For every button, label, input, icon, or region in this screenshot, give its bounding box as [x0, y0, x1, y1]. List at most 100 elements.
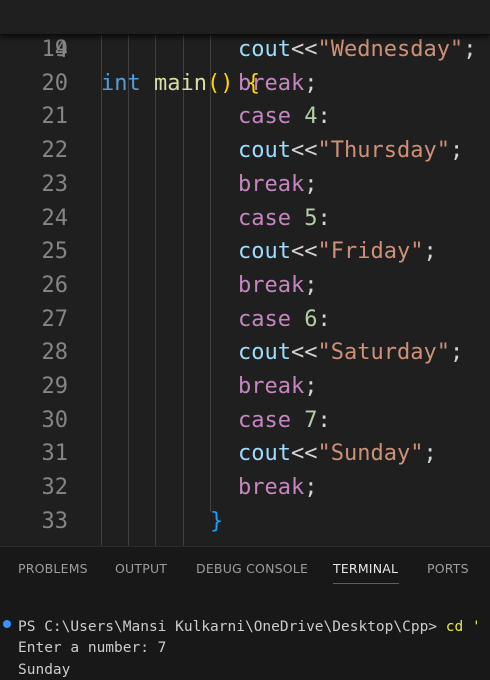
line-number: 4	[54, 37, 68, 63]
code-line[interactable]: 27 case 6:	[0, 303, 490, 337]
colon-token: :	[317, 306, 331, 332]
tab-terminal[interactable]: TERMINAL	[333, 561, 398, 576]
terminal-output-line: Sunday	[18, 662, 71, 678]
line-number: 27	[41, 306, 69, 332]
string-literal: "Thursday"	[317, 138, 450, 164]
string-literal: "Sunday"	[317, 441, 424, 467]
case-keyword: case	[238, 104, 291, 130]
code-text: cout<<"Sunday";	[238, 437, 437, 471]
line-number: 30	[41, 407, 69, 433]
code-line[interactable]: 29 break;	[0, 370, 490, 404]
line-number: 31	[41, 441, 69, 467]
code-text: break;	[238, 168, 317, 202]
operator-token: <<	[290, 37, 318, 62]
code-line[interactable]: 33}	[0, 505, 490, 539]
code-line[interactable]: 31 cout<<"Sunday";	[0, 437, 490, 471]
bottom-panel: PROBLEMS OUTPUT DEBUG CONSOLE TERMINAL P…	[0, 546, 490, 680]
break-keyword: break	[238, 374, 305, 399]
sticky-line[interactable]: 4 int main() {	[0, 0, 490, 97]
code-text: }	[210, 505, 223, 539]
semicolon-token: ;	[304, 475, 318, 501]
terminal-prompt: PS C:\Users\Mansi Kulkarni\OneDrive\Desk…	[18, 619, 446, 635]
code-text: case 5:	[238, 202, 331, 236]
code-text: case 4:	[238, 100, 331, 134]
code-text: cout<<"Saturday";	[238, 336, 463, 370]
colon-token: :	[317, 407, 331, 433]
operator-token: <<	[290, 138, 318, 164]
tab-debug-console[interactable]: DEBUG CONSOLE	[196, 561, 308, 576]
semicolon-token: ;	[304, 171, 318, 197]
close-brace: }	[210, 508, 224, 534]
parens: ()	[206, 71, 234, 97]
operator-token: <<	[290, 441, 318, 467]
cout-token: cout	[238, 441, 291, 467]
code-text: case 7:	[238, 404, 331, 438]
cout-token: cout	[238, 340, 291, 366]
line-number: 28	[41, 340, 69, 366]
cout-token: cout	[238, 239, 291, 265]
cout-token: cout	[238, 37, 291, 62]
code-line[interactable]: 32 break;	[0, 471, 490, 505]
tab-ports[interactable]: PORTS	[427, 561, 469, 576]
code-line[interactable]: 24 case 5:	[0, 202, 490, 236]
code-line[interactable]: 28 cout<<"Saturday";	[0, 336, 490, 370]
terminal-prompt-line[interactable]: PS C:\Users\Mansi Kulkarni\OneDrive\Desk…	[18, 617, 481, 637]
number-literal: 7	[304, 407, 318, 433]
code-text: cout<<"Thursday";	[238, 134, 463, 168]
semicolon-token: ;	[449, 340, 464, 366]
code-text: break;	[238, 269, 317, 303]
active-tab-indicator	[333, 583, 399, 584]
code-text: break;	[238, 370, 317, 404]
code-line[interactable]: 25 cout<<"Friday";	[0, 235, 490, 269]
number-literal: 5	[304, 205, 318, 231]
type-keyword: int	[101, 71, 141, 97]
code-line[interactable]: 22 cout<<"Thursday";	[0, 134, 490, 168]
tab-output[interactable]: OUTPUT	[115, 561, 167, 576]
case-keyword: case	[238, 306, 291, 332]
semicolon-token: ;	[304, 70, 318, 96]
colon-token: :	[317, 205, 331, 231]
line-number: 24	[41, 205, 69, 231]
command-status-dot-icon[interactable]	[3, 620, 11, 628]
code-editor[interactable]: 4 int main() { 19 cout<<"Wednesday"; 20 bre…	[0, 0, 490, 546]
code-line[interactable]: 23 break;	[0, 168, 490, 202]
line-number: 32	[41, 475, 69, 501]
line-number: 29	[41, 374, 69, 399]
case-keyword: case	[238, 205, 291, 231]
code-text: cout<<"Friday";	[238, 235, 437, 269]
colon-token: :	[317, 104, 331, 130]
line-number: 26	[41, 272, 69, 298]
open-brace: {	[246, 71, 260, 97]
break-keyword: break	[238, 272, 305, 298]
function-name: main	[154, 71, 207, 97]
line-number: 22	[41, 138, 69, 164]
semicolon-token: ;	[304, 272, 318, 298]
operator-token: <<	[290, 239, 318, 265]
semicolon-token: ;	[304, 374, 318, 399]
code-line[interactable]: 21 case 4:	[0, 100, 490, 134]
code-text: case 6:	[238, 303, 331, 337]
cout-token: cout	[238, 138, 291, 164]
string-literal: "Saturday"	[317, 340, 450, 366]
number-literal: 4	[304, 104, 318, 130]
string-literal: "Friday"	[317, 239, 424, 265]
code-line[interactable]: 30 case 7:	[0, 404, 490, 438]
line-number: 23	[41, 171, 69, 197]
line-number: 33	[41, 508, 69, 534]
tab-problems[interactable]: PROBLEMS	[18, 561, 88, 576]
terminal-command: cd '	[445, 619, 481, 635]
operator-token: <<	[290, 340, 318, 366]
line-number: 25	[41, 239, 69, 265]
semicolon-token: ;	[423, 239, 437, 265]
break-keyword: break	[238, 171, 305, 197]
terminal-output-line: Enter a number: 7	[18, 640, 167, 656]
semicolon-token: ;	[463, 37, 477, 62]
semicolon-token: ;	[449, 138, 464, 164]
code-line[interactable]: 26 break;	[0, 269, 490, 303]
semicolon-token: ;	[423, 441, 437, 467]
sticky-scroll-header[interactable]: 4 int main() {	[0, 0, 490, 97]
